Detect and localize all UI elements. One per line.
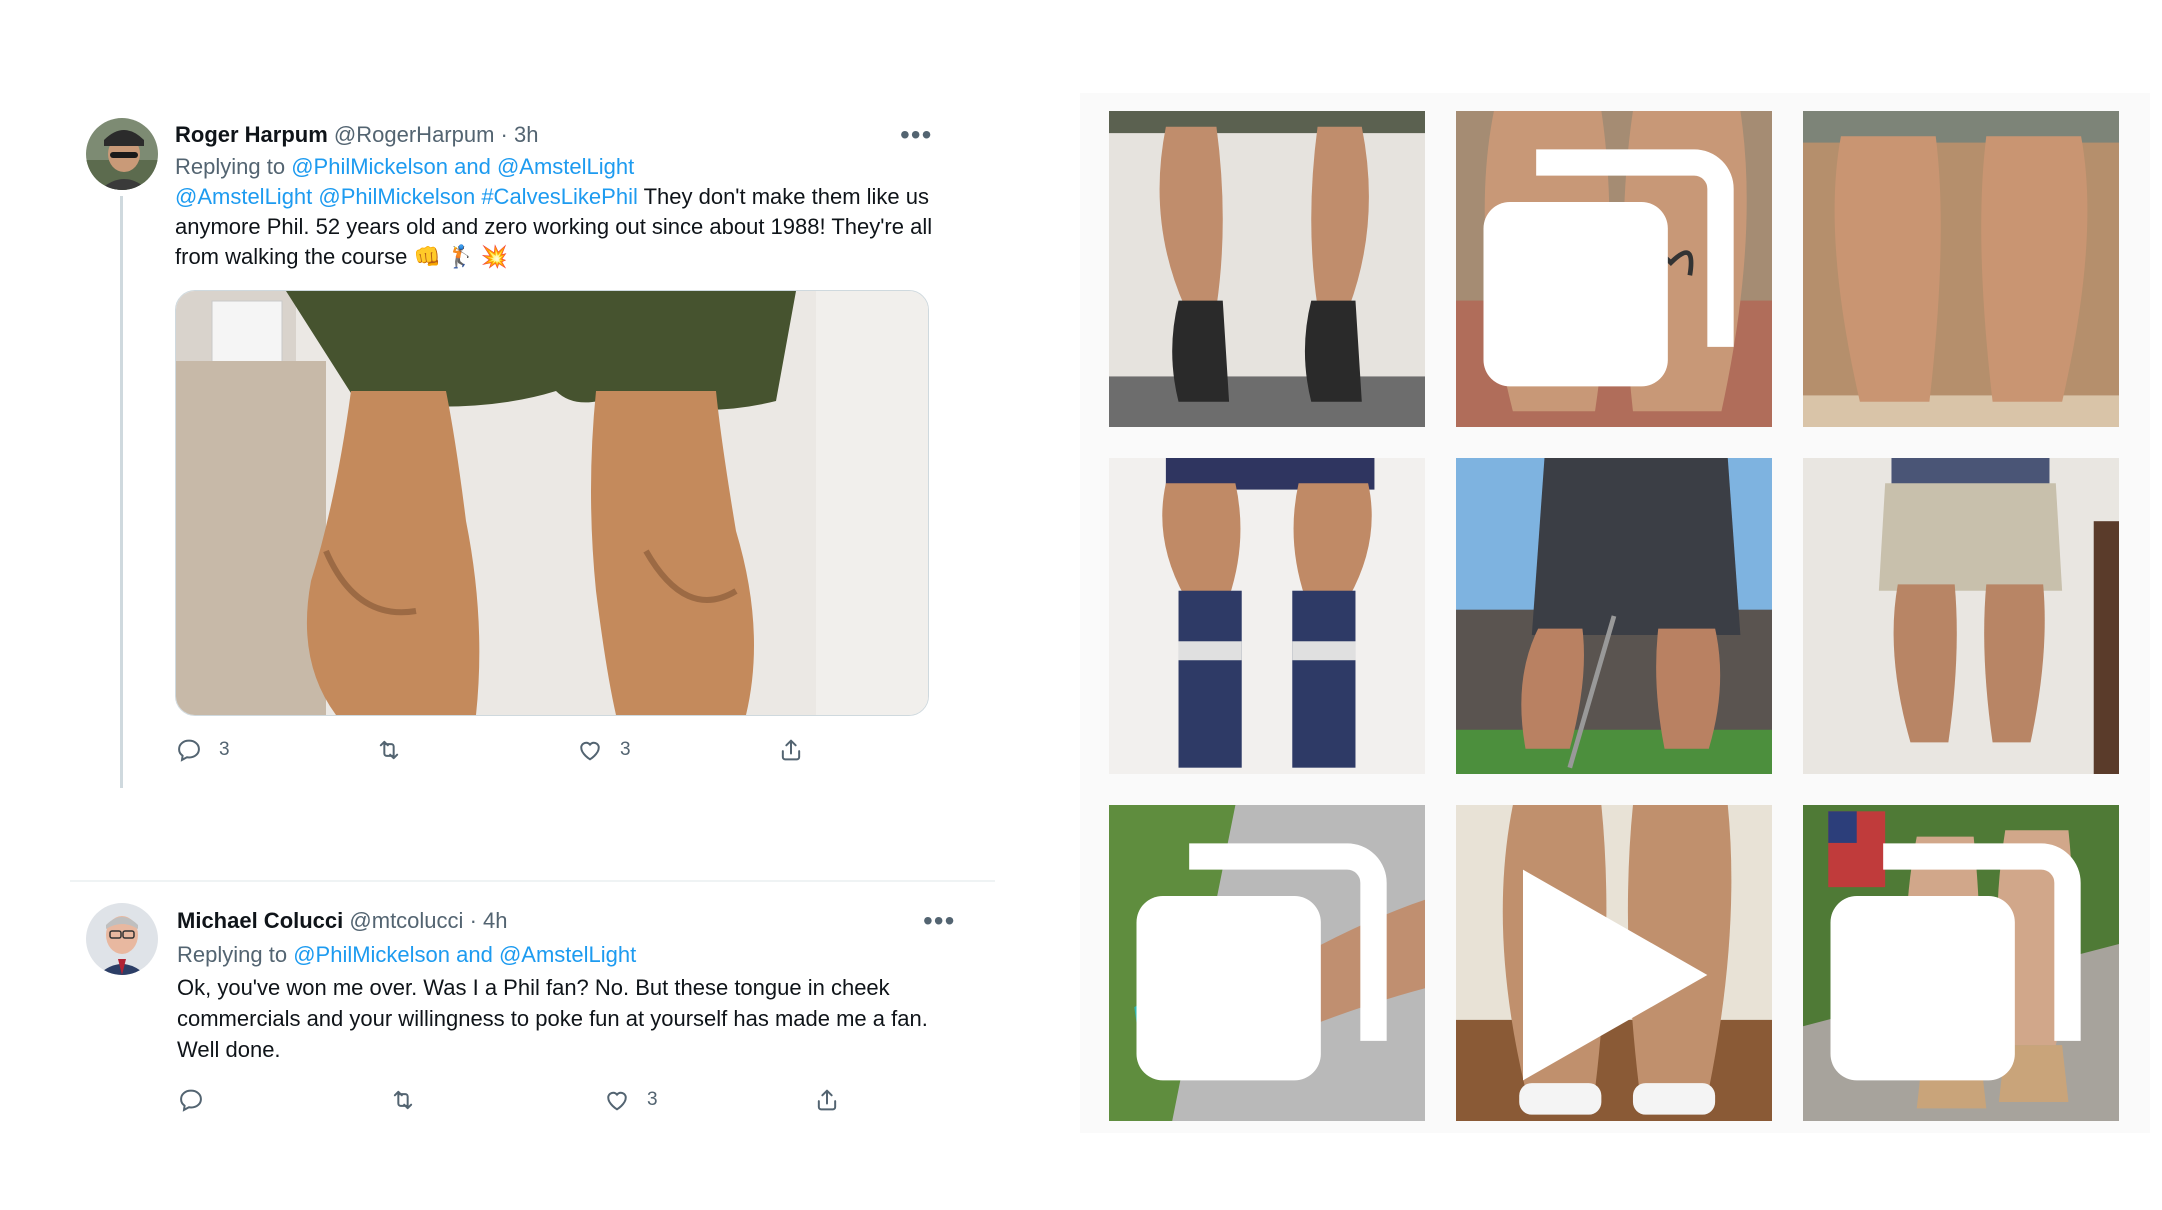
calves-in-khaki-shorts-image: [1803, 458, 2119, 774]
replying-to: Replying to @PhilMickelson and @AmstelLi…: [177, 942, 636, 968]
avatar-image: [86, 118, 158, 190]
reply-count: 3: [219, 739, 230, 760]
tweet-header: Roger Harpum @RogerHarpum · 3h: [175, 122, 538, 148]
share-action[interactable]: [813, 1086, 841, 1114]
like-action[interactable]: 3: [576, 736, 631, 764]
carousel-icon: [1483, 149, 1734, 387]
replying-targets[interactable]: @PhilMickelson and @AmstelLight: [293, 942, 636, 967]
more-icon[interactable]: •••: [923, 907, 955, 935]
share-icon: [781, 739, 801, 761]
like-count: 3: [620, 739, 631, 760]
handle[interactable]: @mtcolucci: [349, 908, 463, 933]
tweet-body-links[interactable]: @AmstelLight @PhilMickelson #CalvesLikeP…: [175, 184, 638, 209]
grid-photo[interactable]: [1109, 805, 1425, 1121]
replying-prefix: Replying to: [177, 942, 288, 967]
calves-photo: [176, 291, 928, 715]
grid-photo[interactable]: [1803, 458, 2119, 774]
handle[interactable]: @RogerHarpum: [334, 122, 495, 147]
tweet-emoji: 👊 🏌 💥: [413, 244, 508, 269]
retweet-icon: [379, 740, 399, 760]
grid-photo[interactable]: [1456, 111, 1772, 427]
replying-targets[interactable]: @PhilMickelson and @AmstelLight: [291, 154, 634, 179]
grid-photo[interactable]: [1803, 805, 2119, 1121]
tweet-photo[interactable]: [175, 290, 929, 716]
retweet-icon: [393, 1090, 413, 1110]
grid-photo[interactable]: [1456, 805, 1772, 1121]
like-action[interactable]: 3: [603, 1086, 658, 1114]
reply-action[interactable]: [177, 1086, 221, 1114]
reply-icon: [178, 739, 200, 762]
grid-photo[interactable]: [1109, 111, 1425, 427]
display-name[interactable]: Roger Harpum: [175, 122, 328, 147]
share-icon: [817, 1089, 837, 1111]
retweet-action[interactable]: [389, 1086, 433, 1114]
tweet-thread: Roger Harpum @RogerHarpum · 3h ••• Reply…: [70, 110, 1000, 1150]
calves-in-black-socks-image: [1109, 111, 1425, 427]
photo-grid: [1080, 93, 2150, 1133]
reply-icon: [180, 1089, 202, 1112]
heart-icon: [580, 741, 600, 761]
tweet-body: Ok, you've won me over. Was I a Phil fan…: [177, 975, 928, 1062]
thread-line: [120, 196, 123, 788]
carousel-icon: [1136, 843, 1387, 1081]
more-icon[interactable]: •••: [900, 121, 932, 149]
grid-photo[interactable]: [1109, 458, 1425, 774]
calves-in-grey-shorts-image: [1803, 111, 2119, 427]
replying-prefix: Replying to: [175, 154, 286, 179]
reply-action[interactable]: 3: [175, 736, 230, 764]
avatar-image: [86, 903, 158, 975]
play-icon: [1523, 869, 1708, 1081]
like-count: 3: [647, 1089, 658, 1110]
grid-photo[interactable]: [1803, 111, 2119, 427]
tweet-divider: [70, 880, 995, 882]
carousel-icon: [1830, 843, 2081, 1081]
avatar[interactable]: [86, 903, 158, 975]
replying-to: Replying to @PhilMickelson and @AmstelLi…: [175, 154, 634, 180]
calves-with-golf-club-image: [1456, 458, 1772, 774]
tweet-header: Michael Colucci @mtcolucci · 4h: [177, 908, 507, 934]
calves-in-patterned-socks-image: [1109, 458, 1425, 774]
timestamp[interactable]: · 4h: [470, 908, 508, 933]
timestamp[interactable]: · 3h: [501, 122, 539, 147]
avatar[interactable]: [86, 118, 158, 190]
share-action[interactable]: [777, 736, 805, 764]
grid-photo[interactable]: [1456, 458, 1772, 774]
retweet-action[interactable]: [375, 736, 419, 764]
display-name[interactable]: Michael Colucci: [177, 908, 343, 933]
tweet-body: @AmstelLight @PhilMickelson #CalvesLikeP…: [175, 182, 945, 272]
heart-icon: [607, 1091, 627, 1111]
